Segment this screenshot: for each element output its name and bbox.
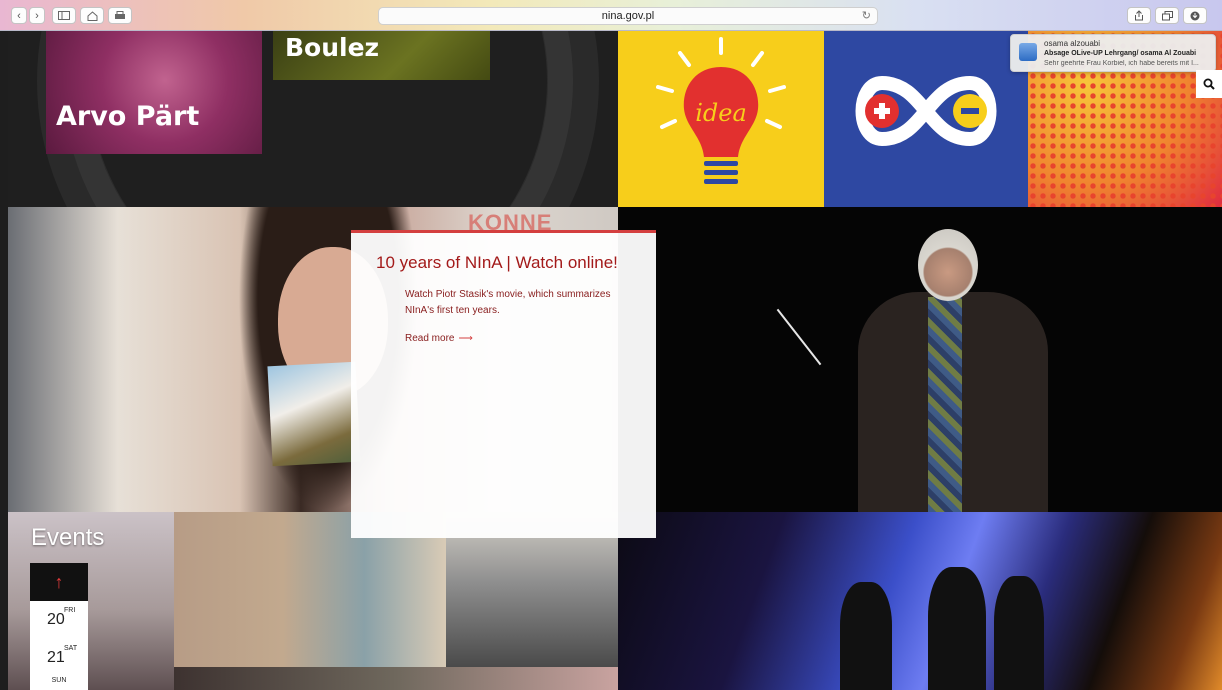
conductor-head bbox=[918, 229, 978, 301]
arrow-right-icon: ⟶ bbox=[458, 333, 473, 344]
forward-button[interactable]: › bbox=[29, 7, 45, 24]
notification-subject: Absage OLive-UP Lehrgang/ osama Al Zouab… bbox=[1044, 50, 1197, 57]
print-button[interactable] bbox=[108, 7, 132, 24]
calendar-next-weekday[interactable]: SUN bbox=[30, 677, 88, 684]
silhouette bbox=[840, 582, 892, 690]
arvo-part-label: Arvo Pärt bbox=[56, 101, 200, 132]
events-section: Events ↑ 20 FRI 21 SAT SUN bbox=[8, 512, 618, 690]
calendar-day-number: 20 bbox=[47, 611, 65, 628]
concert-tile[interactable] bbox=[618, 512, 1222, 690]
baton bbox=[776, 308, 822, 366]
featured-card: 10 years of NInA | Watch online! Watch P… bbox=[351, 230, 656, 538]
tabs-icon bbox=[1161, 10, 1173, 20]
card-title[interactable]: 10 years of NInA | Watch online! bbox=[376, 253, 618, 273]
address-bar[interactable]: nina.gov.pl ↻ bbox=[378, 7, 878, 25]
events-title[interactable]: Events bbox=[31, 524, 104, 552]
calendar-day-number: 21 bbox=[47, 649, 65, 666]
arvo-part-tile[interactable]: Arvo Pärt bbox=[46, 31, 262, 154]
held-photo bbox=[267, 361, 361, 467]
home-button[interactable] bbox=[80, 7, 104, 24]
silhouette bbox=[994, 576, 1044, 690]
share-icon bbox=[1135, 10, 1143, 21]
event-image-4[interactable] bbox=[174, 667, 618, 690]
reload-icon[interactable]: ↻ bbox=[862, 8, 871, 25]
chevron-right-icon: › bbox=[35, 9, 39, 22]
read-more-link[interactable]: Read more ⟶ bbox=[405, 333, 473, 344]
mail-app-icon bbox=[1019, 43, 1037, 61]
calendar-up-arrow[interactable]: ↑ bbox=[30, 563, 88, 601]
search-button[interactable] bbox=[1196, 70, 1222, 98]
chevron-left-icon: ‹ bbox=[17, 9, 21, 22]
tabs-button[interactable] bbox=[1155, 7, 1179, 24]
sidebar-icon bbox=[58, 11, 70, 20]
back-button[interactable]: ‹ bbox=[11, 7, 27, 24]
calendar-weekday: SAT bbox=[64, 645, 78, 652]
search-icon bbox=[1203, 78, 1215, 90]
composers-banner[interactable]: Arvo Pärt Boulez bbox=[8, 31, 618, 207]
mail-notification[interactable]: osama alzouabi Absage OLive-UP Lehrgang/… bbox=[1010, 34, 1216, 72]
share-button[interactable] bbox=[1127, 7, 1151, 24]
silhouette bbox=[928, 567, 986, 690]
calendar-weekday: FRI bbox=[64, 607, 76, 614]
idea-word: idea bbox=[695, 99, 747, 127]
conductor-tile[interactable] bbox=[618, 207, 1222, 512]
boulez-label: Boulez bbox=[285, 33, 380, 62]
sidebar-button[interactable] bbox=[52, 7, 76, 24]
page: ‹ › nina.gov.pl ↻ Arvo Pärt Boulez idea … bbox=[0, 0, 1222, 690]
browser-toolbar: ‹ › nina.gov.pl ↻ bbox=[0, 0, 1222, 31]
calendar-day[interactable]: 21 SAT bbox=[30, 639, 88, 677]
home-icon bbox=[87, 10, 97, 21]
infinity-plus-minus-icon bbox=[855, 75, 997, 147]
notification-sender: osama alzouabi bbox=[1044, 39, 1101, 48]
download-icon bbox=[1190, 11, 1200, 20]
events-calendar: ↑ 20 FRI 21 SAT SUN bbox=[30, 563, 88, 690]
notification-preview: Sehr geehrte Frau Korbiel, ich habe bere… bbox=[1044, 60, 1199, 67]
printer-icon bbox=[115, 10, 125, 19]
conductor-scarf bbox=[928, 297, 962, 512]
read-more-label: Read more bbox=[405, 333, 455, 344]
calendar-day[interactable]: 20 FRI bbox=[30, 601, 88, 639]
downloads-button[interactable] bbox=[1183, 7, 1207, 24]
boulez-tile[interactable]: Boulez bbox=[273, 31, 490, 80]
idea-tile[interactable]: idea bbox=[618, 31, 824, 207]
lightbulb-icon: idea bbox=[656, 37, 786, 184]
infinity-tile[interactable] bbox=[824, 31, 1028, 207]
url-text: nina.gov.pl bbox=[601, 10, 655, 22]
card-description: Watch Piotr Stasik's movie, which summar… bbox=[405, 289, 611, 316]
